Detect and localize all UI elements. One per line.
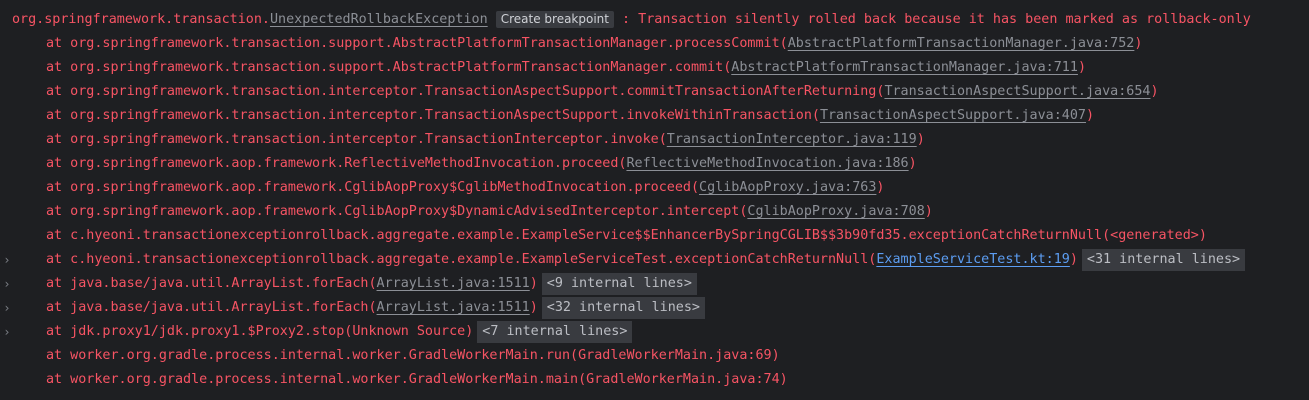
frame-text: at org.springframework.aop.framework.Ref… bbox=[46, 156, 627, 171]
internal-lines-fold[interactable]: <31 internal lines> bbox=[1081, 249, 1246, 271]
stack-frame: at c.hyeoni.transactionexceptionrollback… bbox=[0, 224, 1309, 248]
frame-suffix: ) bbox=[1085, 108, 1095, 123]
source-link[interactable]: ArrayList.java:1511 bbox=[377, 300, 530, 315]
source-link[interactable]: TransactionAspectSupport.java:654 bbox=[884, 84, 1150, 99]
frame-suffix: ) bbox=[908, 156, 917, 171]
stack-frame: › at jdk.proxy1/jdk.proxy1.$Proxy2.stop(U… bbox=[0, 320, 1309, 344]
internal-lines-fold[interactable]: <32 internal lines> bbox=[541, 297, 705, 319]
frame-text: at org.springframework.transaction.suppo… bbox=[46, 36, 788, 51]
frame-text: at jdk.proxy1/jdk.proxy1.$Proxy2.stop(Un… bbox=[46, 324, 474, 339]
stack-frame: at org.springframework.transaction.inter… bbox=[0, 80, 1309, 104]
frame-suffix: ) bbox=[1069, 252, 1078, 267]
stack-frame: at org.springframework.transaction.inter… bbox=[0, 128, 1309, 152]
stack-frame: at org.springframework.aop.framework.Cgl… bbox=[0, 176, 1309, 200]
source-link[interactable]: TransactionInterceptor.java:119 bbox=[667, 132, 917, 147]
chevron-right-icon[interactable]: › bbox=[2, 248, 12, 272]
internal-lines-fold[interactable]: <7 internal lines> bbox=[477, 321, 633, 343]
frame-text: at org.springframework.transaction.suppo… bbox=[46, 60, 732, 75]
frame-text: at c.hyeoni.transactionexceptionrollback… bbox=[46, 252, 877, 267]
frame-suffix: ) bbox=[916, 132, 925, 147]
frame-text: at org.springframework.aop.framework.Cgl… bbox=[46, 204, 748, 219]
frame-text: at org.springframework.transaction.inter… bbox=[46, 108, 820, 123]
frame-text: at java.base/java.util.ArrayList.forEach… bbox=[46, 276, 377, 291]
stack-frame: at worker.org.gradle.process.internal.wo… bbox=[0, 368, 1309, 392]
stack-frame: › at java.base/java.util.ArrayList.forEac… bbox=[0, 272, 1309, 296]
chevron-right-icon[interactable]: › bbox=[2, 320, 12, 344]
stack-frame: at org.springframework.aop.framework.Ref… bbox=[0, 152, 1309, 176]
source-link[interactable]: AbstractPlatformTransactionManager.java:… bbox=[731, 60, 1078, 75]
stack-frame: at org.springframework.aop.framework.Cgl… bbox=[0, 200, 1309, 224]
source-link[interactable]: ReflectiveMethodInvocation.java:186 bbox=[626, 156, 908, 171]
stack-frame: › at c.hyeoni.transactionexceptionrollbac… bbox=[0, 248, 1309, 272]
source-link[interactable]: CglibAopProxy.java:708 bbox=[747, 204, 924, 219]
stack-frame: at org.springframework.transaction.suppo… bbox=[0, 56, 1309, 80]
source-link[interactable]: ArrayList.java:1511 bbox=[377, 276, 530, 291]
frame-suffix: ) bbox=[529, 276, 538, 291]
frame-suffix: ) bbox=[1134, 36, 1143, 51]
exception-header: org.springframework.transaction.Unexpect… bbox=[0, 8, 1309, 32]
internal-lines-fold[interactable]: <9 internal lines> bbox=[541, 273, 697, 295]
frame-text: at java.base/java.util.ArrayList.forEach… bbox=[46, 300, 377, 315]
console-output: org.springframework.transaction.Unexpect… bbox=[0, 0, 1309, 400]
stack-frame: at worker.org.gradle.process.internal.wo… bbox=[0, 344, 1309, 368]
frame-text: at org.springframework.transaction.inter… bbox=[46, 132, 667, 147]
frame-suffix: ) bbox=[1150, 84, 1159, 99]
frame-suffix: ) bbox=[876, 180, 885, 195]
chevron-right-icon[interactable]: › bbox=[2, 296, 12, 320]
frame-text: at c.hyeoni.transactionexceptionrollback… bbox=[46, 228, 1207, 243]
frame-text: at worker.org.gradle.process.internal.wo… bbox=[46, 348, 780, 363]
stack-frame: › at java.base/java.util.ArrayList.forEac… bbox=[0, 296, 1309, 320]
source-link[interactable]: AbstractPlatformTransactionManager.java:… bbox=[788, 36, 1135, 51]
source-link[interactable]: TransactionAspectSupport.java:407 bbox=[820, 108, 1086, 123]
frame-text: at org.springframework.transaction.inter… bbox=[46, 84, 885, 99]
frame-text: at org.springframework.aop.framework.Cgl… bbox=[46, 180, 700, 195]
frame-suffix: ) bbox=[1077, 60, 1086, 75]
exception-package: org.springframework.transaction. bbox=[12, 12, 270, 27]
source-link[interactable]: CglibAopProxy.java:763 bbox=[699, 180, 876, 195]
frame-text: at worker.org.gradle.process.internal.wo… bbox=[46, 372, 788, 387]
create-breakpoint-button[interactable]: Create breakpoint bbox=[495, 11, 614, 28]
chevron-right-icon[interactable]: › bbox=[2, 272, 12, 296]
frame-suffix: ) bbox=[529, 300, 538, 315]
exception-message: : Transaction silently rolled back becau… bbox=[613, 12, 1251, 27]
exception-class-link[interactable]: UnexpectedRollbackException bbox=[270, 12, 488, 27]
frame-suffix: ) bbox=[924, 204, 933, 219]
stack-frame: at org.springframework.transaction.suppo… bbox=[0, 32, 1309, 56]
stack-frame: at org.springframework.transaction.inter… bbox=[0, 104, 1309, 128]
source-link[interactable]: ExampleServiceTest.kt:19 bbox=[876, 252, 1069, 267]
